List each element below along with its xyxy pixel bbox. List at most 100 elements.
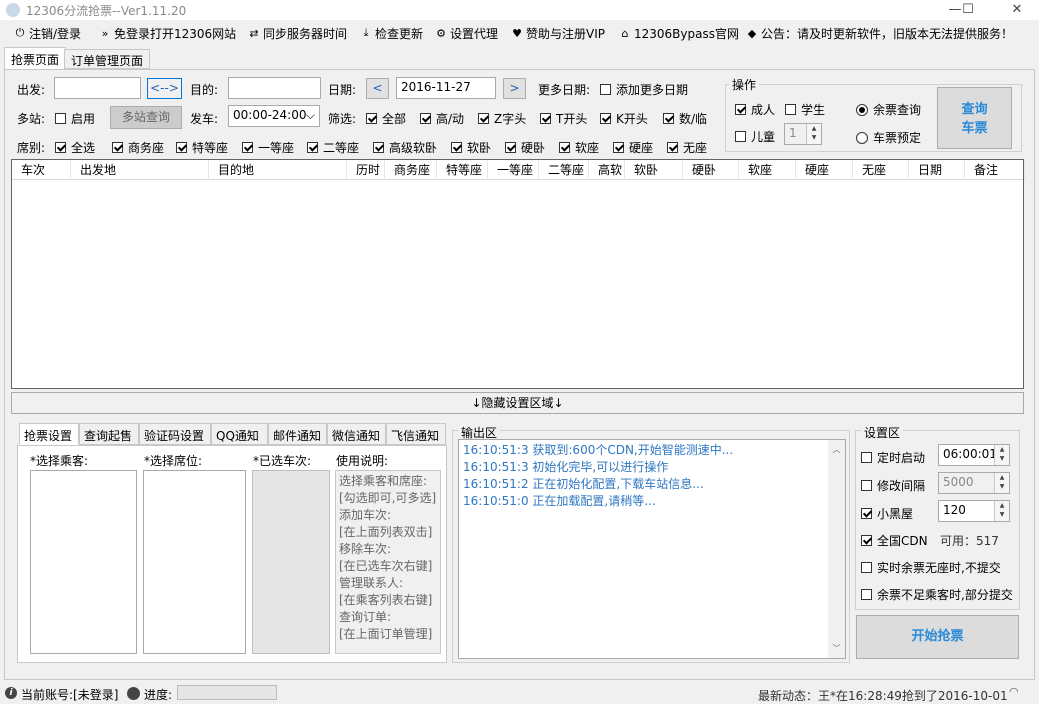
stepper-arrows-icon[interactable]: ▲ ▼ xyxy=(994,473,1009,493)
hide-settings-toggle[interactable]: ↓隐藏设置区域↓ xyxy=(11,392,1024,414)
date-input[interactable]: 2016-11-27 xyxy=(396,77,496,99)
column-header[interactable]: 商务座 xyxy=(385,160,437,180)
column-header[interactable]: 日期 xyxy=(909,160,965,180)
settings-tab[interactable]: 飞信通知 xyxy=(386,423,446,445)
log-scrollbar[interactable]: ︿ ﹀ xyxy=(828,440,845,658)
maximize-button[interactable]: ☐ xyxy=(953,0,983,20)
column-header[interactable]: 高软 xyxy=(589,160,625,180)
menu-sync-time[interactable]: ⇄ 同步服务器时间 xyxy=(248,25,347,41)
checkbox-box[interactable] xyxy=(663,113,674,124)
student-checkbox[interactable]: 学生 xyxy=(785,101,825,118)
menu-vip[interactable]: ♥ 赞助与注册VIP xyxy=(511,25,605,41)
checkbox-box[interactable] xyxy=(112,142,123,153)
timed-start-checkbox[interactable]: 定时启动 xyxy=(861,449,925,466)
stepper-arrows-icon[interactable]: ▲ ▼ xyxy=(994,445,1009,465)
seat-no-seat[interactable]: 无座 xyxy=(667,139,707,156)
query-tickets-button[interactable]: 查询 车票 xyxy=(937,87,1012,149)
column-header[interactable]: 二等座 xyxy=(539,160,589,180)
checkbox-box[interactable] xyxy=(540,113,551,124)
add-more-dates-checkbox[interactable]: 添加更多日期 xyxy=(600,81,688,98)
child-count-stepper[interactable]: 1 ▲ ▼ xyxy=(784,123,822,145)
multi-station-query-button[interactable]: 多站查询 xyxy=(110,106,182,129)
menu-open-website[interactable]: » 免登录打开12306网站 xyxy=(99,25,237,41)
seat-hard-seat[interactable]: 硬座 xyxy=(613,139,653,156)
seat-list[interactable] xyxy=(143,470,246,654)
interval-stepper[interactable]: 5000 ▲ ▼ xyxy=(938,472,1010,494)
blackroom-stepper[interactable]: 120 ▲ ▼ xyxy=(938,500,1010,522)
reserve-radio[interactable]: 车票预定 xyxy=(856,129,921,146)
partial-submit-checkbox[interactable]: 余票不足乘客时,部分提交 xyxy=(861,586,1013,603)
timed-start-stepper[interactable]: 06:00:01 ▲ ▼ xyxy=(938,444,1010,466)
settings-tab[interactable]: 抢票设置 xyxy=(19,423,79,445)
close-button[interactable]: ✕ xyxy=(1002,0,1032,20)
settings-tab[interactable]: 查询起售 xyxy=(79,423,139,445)
column-header[interactable]: 备注 xyxy=(965,160,1025,180)
column-header[interactable]: 硬卧 xyxy=(683,160,739,180)
tab-order-management[interactable]: 订单管理页面 xyxy=(64,49,151,69)
next-date-button[interactable]: > xyxy=(503,78,526,99)
checkbox-box[interactable] xyxy=(478,113,489,124)
stepper-arrows-icon[interactable]: ▲ ▼ xyxy=(806,124,821,144)
radio-button[interactable] xyxy=(856,103,868,116)
multi-station-enable[interactable]: 启用 xyxy=(55,110,95,127)
column-header[interactable]: 历时 xyxy=(347,160,385,180)
checkbox-box[interactable] xyxy=(735,104,746,115)
from-input[interactable] xyxy=(54,77,141,99)
seat-soft-seat[interactable]: 软座 xyxy=(559,139,599,156)
menu-website[interactable]: ⌂ 12306Bypass官网 xyxy=(619,25,739,41)
start-grab-button[interactable]: 开始抢票 xyxy=(856,615,1019,659)
column-header[interactable]: 目的地 xyxy=(209,160,347,180)
checkbox-box[interactable] xyxy=(613,142,624,153)
seat-deluxe-sleeper[interactable]: 高级软卧 xyxy=(373,139,437,156)
stepper-arrows-icon[interactable]: ▲ ▼ xyxy=(994,501,1009,521)
menu-notice[interactable]: ◆ 公告：请及时更新软件，旧版本无法提供服务！ xyxy=(746,25,1013,41)
seat-first[interactable]: 一等座 xyxy=(242,139,294,156)
filter-gd[interactable]: 高/动 xyxy=(420,110,464,127)
checkbox-box[interactable] xyxy=(861,480,872,491)
column-header[interactable]: 特等座 xyxy=(437,160,488,180)
filter-number[interactable]: 数/临 xyxy=(663,110,707,127)
checkbox-box[interactable] xyxy=(420,113,431,124)
checkbox-box[interactable] xyxy=(366,113,377,124)
selected-trains-list[interactable] xyxy=(252,470,330,654)
column-header[interactable]: 软座 xyxy=(739,160,796,180)
column-header[interactable]: 硬座 xyxy=(796,160,853,180)
blackroom-checkbox[interactable]: 小黑屋 xyxy=(861,505,913,522)
filter-k[interactable]: K开头 xyxy=(600,110,648,127)
to-input[interactable] xyxy=(228,77,321,99)
checkbox-box[interactable] xyxy=(667,142,678,153)
checkbox-box[interactable] xyxy=(55,142,66,153)
filter-t[interactable]: T开头 xyxy=(540,110,587,127)
train-table[interactable]: 车次 出发地 目的地 历时 商务座 特等座 一等座 二等座 高软 软卧 硬卧 软座 硬座 无座 日期 备注 xyxy=(11,159,1025,389)
scroll-down-icon[interactable]: ﹀ xyxy=(828,643,845,654)
menu-proxy[interactable]: ⚙ 设置代理 xyxy=(435,25,498,41)
seat-business[interactable]: 商务座 xyxy=(112,139,164,156)
checkbox-box[interactable] xyxy=(451,142,462,153)
column-header[interactable]: 出发地 xyxy=(71,160,209,180)
checkbox-box[interactable] xyxy=(55,113,66,124)
column-header[interactable]: 无座 xyxy=(853,160,909,180)
seat-hard-sleeper[interactable]: 硬卧 xyxy=(505,139,545,156)
scroll-up-icon[interactable]: ︿ xyxy=(828,444,845,455)
checkbox-box[interactable] xyxy=(861,562,872,573)
checkbox-box[interactable] xyxy=(307,142,318,153)
checkbox-box[interactable] xyxy=(559,142,570,153)
checkbox-box[interactable] xyxy=(176,142,187,153)
remaining-query-radio[interactable]: 余票查询 xyxy=(856,101,921,118)
no-seat-no-submit-checkbox[interactable]: 实时余票无座时,不提交 xyxy=(861,559,1001,576)
radio-button[interactable] xyxy=(856,131,868,144)
settings-tab[interactable]: 邮件通知 xyxy=(268,423,327,445)
seat-all[interactable]: 全选 xyxy=(55,139,95,156)
swap-button[interactable]: <--> xyxy=(147,78,182,99)
checkbox-box[interactable] xyxy=(242,142,253,153)
column-header[interactable]: 一等座 xyxy=(488,160,539,180)
checkbox-box[interactable] xyxy=(861,535,872,546)
checkbox-box[interactable] xyxy=(861,589,872,600)
checkbox-box[interactable] xyxy=(735,131,746,142)
depart-time-select[interactable]: 00:00-24:00 ⌵ xyxy=(228,105,320,127)
passenger-list[interactable] xyxy=(30,470,137,654)
settings-tab[interactable]: 微信通知 xyxy=(327,423,386,445)
checkbox-box[interactable] xyxy=(785,104,796,115)
modify-interval-checkbox[interactable]: 修改间隔 xyxy=(861,477,925,494)
checkbox-box[interactable] xyxy=(373,142,384,153)
